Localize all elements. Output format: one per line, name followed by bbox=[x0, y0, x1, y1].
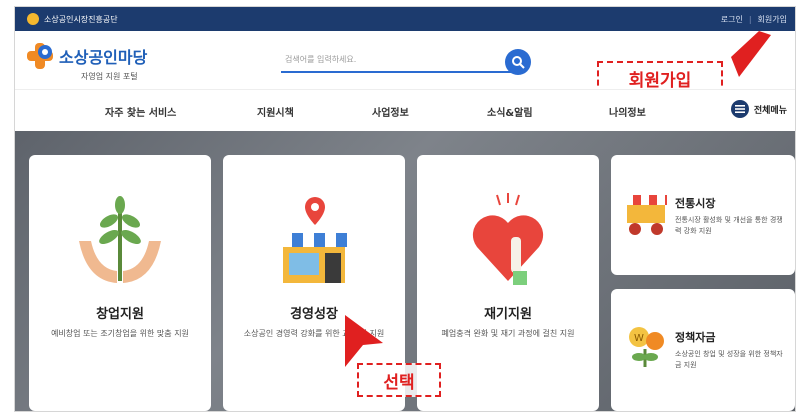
side-card-title: 전통시장 bbox=[675, 197, 716, 210]
search-button[interactable] bbox=[505, 49, 531, 75]
nav-item-business-info[interactable]: 사업정보 bbox=[372, 104, 409, 119]
nav-item-my-info[interactable]: 나의정보 bbox=[609, 104, 646, 119]
select-callout: 선택 bbox=[357, 363, 441, 397]
search-input[interactable]: 검색어를 입력하세요. bbox=[285, 54, 356, 65]
agency-name: 소상공인시장진흥공단 bbox=[44, 14, 118, 24]
browser-frame: 소상공인시장진흥공단 로그인 | 회원가입 소상공인마당 자영업 지원 포털 검… bbox=[14, 6, 796, 412]
menu-icon bbox=[730, 100, 749, 118]
search-bar: 검색어를 입력하세요. bbox=[281, 49, 531, 75]
agency-logo-icon bbox=[27, 13, 39, 25]
card-title: 재기지원 bbox=[484, 307, 532, 322]
site-logo-icon bbox=[27, 43, 53, 69]
card-title: 창업지원 bbox=[96, 307, 144, 322]
join-arrow-icon bbox=[731, 31, 771, 77]
all-menu-button[interactable]: 전체메뉴 bbox=[730, 100, 787, 118]
site-title: 소상공인마당 bbox=[59, 48, 148, 67]
agency-brand[interactable]: 소상공인시장진흥공단 bbox=[27, 11, 118, 27]
search-underline bbox=[281, 71, 511, 73]
select-arrow-icon bbox=[345, 315, 383, 367]
card-policy-fund[interactable]: W 정책자금 소상공인 창업 및 성장을 위한 정책자금 지원 bbox=[611, 289, 795, 411]
market-cart-icon bbox=[625, 195, 667, 235]
top-utility-bar: 소상공인시장진흥공단 로그인 | 회원가입 bbox=[15, 7, 795, 31]
sprout-hands-icon bbox=[79, 196, 161, 283]
side-card-desc: 전통시장 활성화 및 개선을 통한 경쟁력 강화 지원 bbox=[675, 216, 783, 235]
site-subtitle: 자영업 지원 포털 bbox=[81, 72, 138, 81]
heart-hand-icon bbox=[472, 193, 544, 285]
card-traditional-market[interactable]: 전통시장 전통시장 활성화 및 개선을 통한 경쟁력 강화 지원 bbox=[611, 155, 795, 275]
nav-item-frequent[interactable]: 자주 찾는 서비스 bbox=[105, 104, 176, 119]
join-callout-label: 회원가입 bbox=[628, 70, 692, 91]
nav-item-news[interactable]: 소식&알림 bbox=[487, 104, 533, 119]
card-desc: 폐업충격 완화 및 재기 과정에 걸친 지원 bbox=[441, 329, 575, 338]
utility-links: 로그인 | 회원가입 bbox=[721, 7, 787, 31]
card-recovery[interactable]: 재기지원 폐업충격 완화 및 재기 과정에 걸친 지원 bbox=[417, 155, 599, 411]
join-link[interactable]: 회원가입 bbox=[758, 14, 787, 25]
all-menu-label: 전체메뉴 bbox=[753, 105, 787, 116]
card-startup[interactable]: 창업지원 예비창업 또는 조기창업을 위한 맞춤 지원 bbox=[29, 155, 211, 411]
coin-plant-icon: W bbox=[629, 327, 664, 367]
login-link[interactable]: 로그인 bbox=[721, 14, 743, 25]
side-card-title: 정책자금 bbox=[675, 331, 716, 344]
divider: | bbox=[748, 14, 752, 24]
store-icon bbox=[281, 197, 347, 283]
nav-item-policies[interactable]: 지원시책 bbox=[257, 104, 294, 119]
select-callout-label: 선택 bbox=[383, 372, 415, 393]
search-icon bbox=[512, 56, 525, 69]
site-logo[interactable]: 소상공인마당 자영업 지원 포털 bbox=[25, 41, 147, 82]
side-card-desc: 소상공인 창업 및 성장을 위한 정책자금 지원 bbox=[675, 350, 783, 369]
main-nav: 자주 찾는 서비스 지원시책 사업정보 소식&알림 나의정보 전체메뉴 bbox=[15, 89, 795, 132]
svg-text:W: W bbox=[634, 333, 644, 344]
card-desc: 예비창업 또는 조기창업을 위한 맞춤 지원 bbox=[51, 329, 189, 338]
